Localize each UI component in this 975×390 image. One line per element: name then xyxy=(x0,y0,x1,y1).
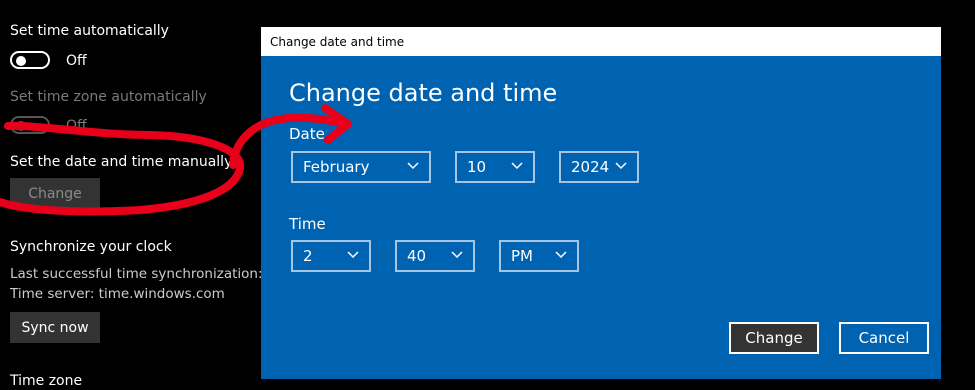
ampm-select[interactable]: PM xyxy=(499,240,579,272)
year-value: 2024 xyxy=(571,158,610,176)
manual-date-time-label: Set the date and time manually xyxy=(10,154,233,170)
dialog-cancel-button[interactable]: Cancel xyxy=(839,322,929,354)
dialog-change-button[interactable]: Change xyxy=(729,322,819,354)
chevron-down-icon xyxy=(555,251,567,259)
toggle-knob xyxy=(16,56,26,66)
hour-value: 2 xyxy=(303,247,313,265)
time-server-text: Time server: time.windows.com xyxy=(10,286,225,302)
dialog-titlebar: Change date and time xyxy=(261,27,941,56)
date-label: Date xyxy=(289,125,325,143)
change-date-time-dialog: Change date and time Change date and tim… xyxy=(261,27,941,379)
chevron-down-icon xyxy=(511,162,523,170)
set-timezone-auto-state: Off xyxy=(66,118,87,134)
dialog-heading: Change date and time xyxy=(289,79,558,107)
set-timezone-auto-toggle[interactable] xyxy=(10,116,50,134)
manual-change-button[interactable]: Change xyxy=(10,178,100,209)
hour-select[interactable]: 2 xyxy=(291,240,371,272)
last-sync-text: Last successful time synchronization: 9/… xyxy=(10,266,294,282)
set-timezone-auto-label: Set time zone automatically xyxy=(10,89,207,105)
chevron-down-icon xyxy=(451,251,463,259)
chevron-down-icon xyxy=(347,251,359,259)
sync-now-button[interactable]: Sync now xyxy=(10,312,100,343)
month-select[interactable]: February xyxy=(291,151,431,183)
sync-heading: Synchronize your clock xyxy=(10,239,172,255)
minute-select[interactable]: 40 xyxy=(395,240,475,272)
year-select[interactable]: 2024 xyxy=(559,151,639,183)
toggle-knob xyxy=(16,121,26,131)
day-select[interactable]: 10 xyxy=(455,151,535,183)
time-label: Time xyxy=(289,215,326,233)
day-value: 10 xyxy=(467,158,487,176)
time-zone-heading: Time zone xyxy=(10,373,83,389)
chevron-down-icon xyxy=(407,162,419,170)
set-time-auto-toggle[interactable] xyxy=(10,51,50,69)
ampm-value: PM xyxy=(511,247,533,265)
chevron-down-icon xyxy=(615,162,627,170)
set-time-auto-label: Set time automatically xyxy=(10,23,169,39)
month-value: February xyxy=(303,158,370,176)
set-time-auto-state: Off xyxy=(66,53,87,69)
minute-value: 40 xyxy=(407,247,427,265)
